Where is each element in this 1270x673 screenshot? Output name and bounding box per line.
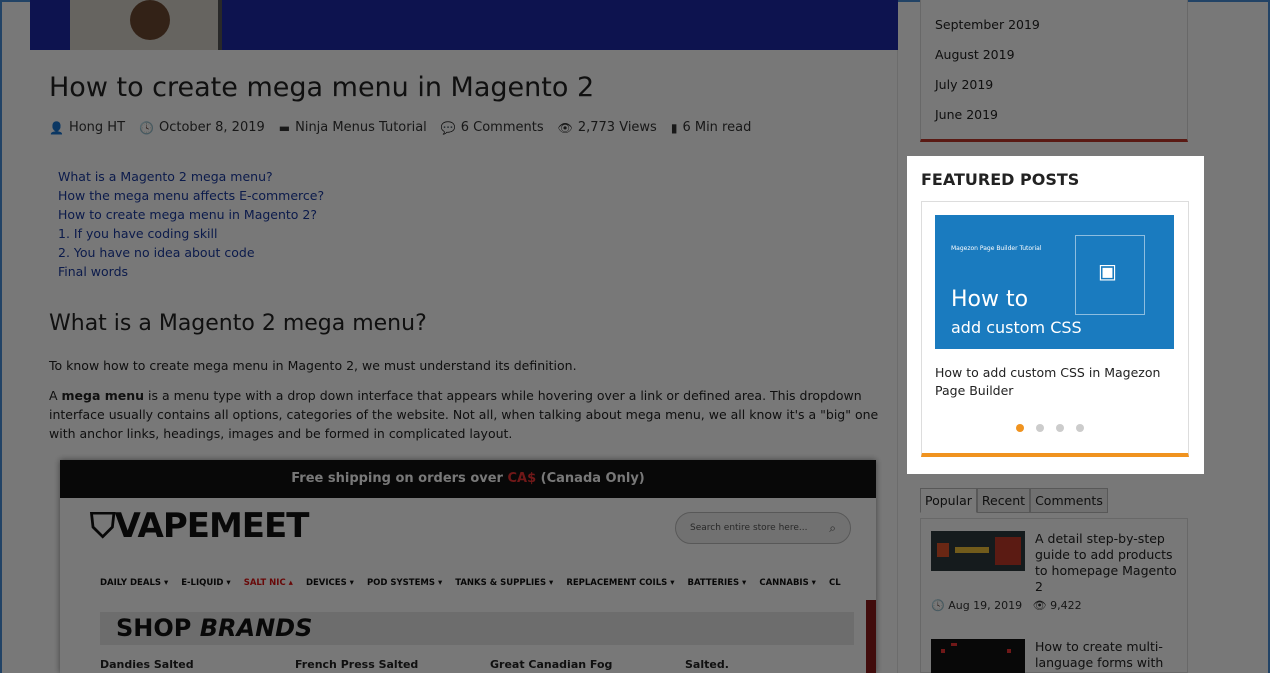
search-icon: ⌕ (829, 521, 836, 535)
post-title[interactable]: A detail step-by-step guide to add produ… (1035, 531, 1181, 595)
meta-read-time: ▮ 6 Min read (670, 120, 752, 135)
popular-posts-list: A detail step-by-step guide to add produ… (920, 518, 1188, 673)
archive-link[interactable]: August 2019 (935, 40, 1173, 70)
paragraph: A mega menu is a menu type with a drop d… (49, 388, 879, 441)
post-title[interactable]: How to create multi-language forms with (1035, 639, 1181, 671)
nav-item: E-LIQUID ▾ (181, 578, 231, 588)
example-screenshot: Free shipping on orders over CA$ (Canada… (60, 460, 876, 673)
toc-link[interactable]: Final words (58, 262, 324, 281)
meta-author[interactable]: 👤 Hong HT (49, 120, 125, 135)
archive-list: September 2019 August 2019 July 2019 Jun… (920, 0, 1188, 142)
meta-comments[interactable]: 💬 6 Comments (441, 120, 544, 135)
featured-thumbnail[interactable]: Magezon Page Builder Tutorial ▣ How to a… (935, 215, 1174, 349)
brand-item: Dandies Salted (100, 658, 194, 671)
featured-card: Magezon Page Builder Tutorial ▣ How to a… (921, 201, 1189, 457)
article-meta: 👤 Hong HT 🕓 October 8, 2019 ▬ Ninja Menus T… (49, 120, 751, 135)
hero-photo (70, 0, 222, 50)
posts-tabs: Popular Recent Comments (920, 488, 1108, 513)
paragraph: To know how to create mega menu in Magen… (49, 358, 577, 373)
toc-link[interactable]: 1. If you have coding skill (58, 224, 324, 243)
post-thumbnail[interactable] (931, 639, 1025, 673)
brand-item: Great Canadian Fog (490, 658, 613, 671)
shipping-banner: Free shipping on orders over CA$ (Canada… (60, 460, 876, 498)
layout-icon: ▣ (1098, 259, 1117, 283)
nav-item: DEVICES ▾ (305, 578, 354, 588)
brand-list: Dandies Salted French Press Salted Great… (100, 658, 876, 671)
featured-posts-widget: FEATURED POSTS Magezon Page Builder Tuto… (907, 156, 1204, 474)
eye-icon: 👁 (1032, 599, 1047, 612)
hero-image (30, 0, 898, 50)
nav-item: BATTERIES ▾ (687, 578, 747, 588)
nav-item: CANNABIS ▾ (759, 578, 816, 588)
tab-comments[interactable]: Comments (1030, 488, 1108, 513)
toc-link[interactable]: How the mega menu affects E-commerce? (58, 186, 324, 205)
toc-link[interactable]: How to create mega menu in Magento 2? (58, 205, 324, 224)
nav-item: POD SYSTEMS ▾ (366, 578, 443, 588)
nav-item: REPLACEMENT COILS ▾ (566, 578, 675, 588)
carousel-dot[interactable] (1076, 424, 1084, 432)
nav-item: TANKS & SUPPLIES ▾ (455, 578, 554, 588)
archive-link[interactable]: September 2019 (935, 10, 1173, 40)
user-icon: 👤 (49, 120, 64, 135)
book-icon: ▮ (670, 120, 678, 135)
carousel-dot[interactable] (1036, 424, 1044, 432)
article-title: How to create mega menu in Magento 2 (49, 72, 595, 103)
brand-item: French Press Salted (295, 658, 419, 671)
featured-heading: FEATURED POSTS (921, 170, 1080, 189)
clock-icon: 🕓 (931, 599, 945, 612)
archive-link[interactable]: June 2019 (935, 100, 1173, 130)
nav-item: SALT NIC ▴ (243, 578, 293, 588)
featured-post-title[interactable]: How to add custom CSS in Magezon Page Bu… (935, 364, 1175, 400)
toc-link[interactable]: What is a Magento 2 mega menu? (58, 167, 324, 186)
section-heading: What is a Magento 2 mega menu? (49, 311, 427, 336)
clock-icon: 🕓 (139, 120, 154, 135)
meta-date: 🕓 October 8, 2019 (139, 120, 265, 135)
carousel-dot[interactable] (1056, 424, 1064, 432)
carousel-dots (1016, 424, 1084, 432)
comments-icon: 💬 (440, 120, 456, 135)
toc-link[interactable]: 2. You have no idea about code (58, 243, 324, 262)
tab-recent[interactable]: Recent (976, 488, 1031, 513)
nav-item: DAILY DEALS ▾ (100, 578, 169, 588)
store-search: Search entire store here... ⌕ (675, 512, 851, 544)
nav-item: CL (828, 578, 841, 588)
post-meta: 🕓 Aug 19, 2019 👁 9,422 (931, 599, 1082, 612)
meta-category[interactable]: ▬ Ninja Menus Tutorial (279, 120, 427, 135)
eye-icon: 👁 (557, 120, 573, 135)
article-column: How to create mega menu in Magento 2 👤 Ho… (30, 0, 898, 673)
meta-views: 👁 2,773 Views (557, 120, 657, 135)
store-nav: DAILY DEALS ▾ E-LIQUID ▾ SALT NIC ▴ DEVI… (100, 578, 841, 588)
post-thumbnail[interactable] (931, 531, 1025, 571)
folder-icon: ▬ (278, 120, 291, 135)
vapemeet-logo: ⛉VAPEMEET (90, 506, 309, 546)
decorative-bar (866, 600, 876, 673)
archive-link[interactable]: July 2019 (935, 70, 1173, 100)
tab-popular[interactable]: Popular (920, 488, 977, 513)
carousel-dot[interactable] (1016, 424, 1024, 432)
table-of-contents: What is a Magento 2 mega menu? How the m… (58, 167, 324, 281)
brand-item: Salted. (685, 658, 729, 671)
shop-brands-heading: SHOP BRANDS (100, 612, 854, 645)
